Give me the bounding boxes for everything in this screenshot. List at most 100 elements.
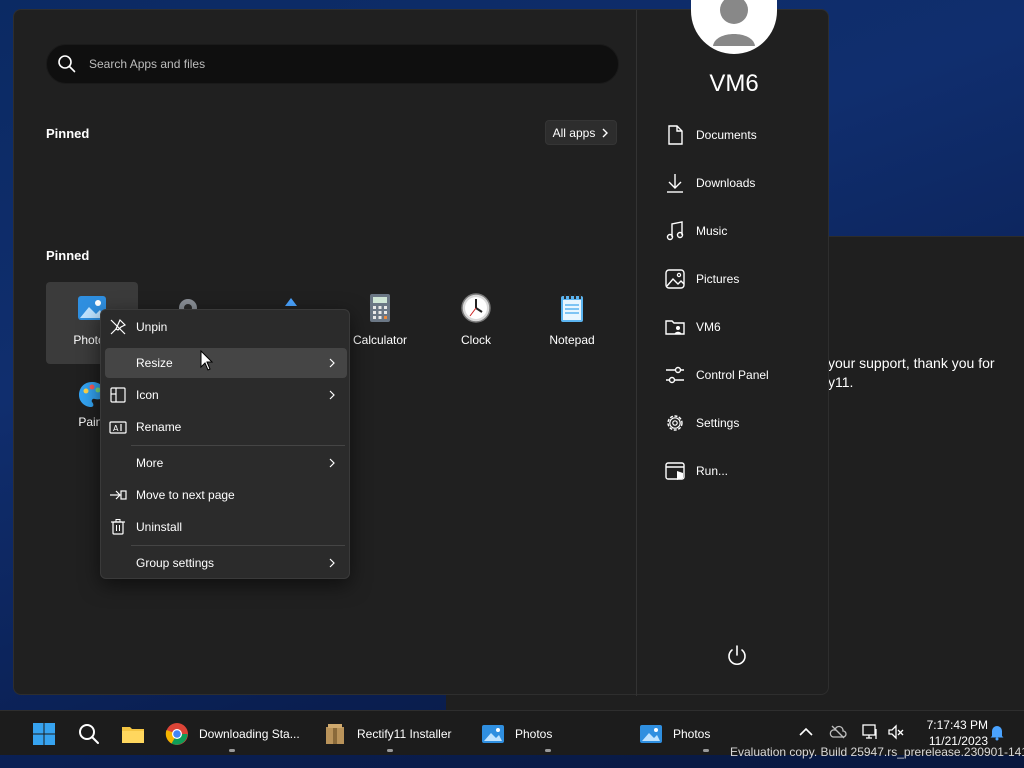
music-icon <box>666 221 684 241</box>
pictures-icon <box>665 269 685 289</box>
rename-icon: A <box>109 421 127 434</box>
start-menu-right-pane: VM6 Documents Downloads Music Pictures V… <box>636 0 830 696</box>
taskbar-photos-1[interactable]: Photos <box>473 715 623 753</box>
document-icon <box>668 125 683 145</box>
notification-bell-icon[interactable] <box>988 723 1006 741</box>
place-label: Run... <box>696 464 729 478</box>
notepad-icon <box>561 294 583 322</box>
chevron-right-icon <box>329 458 335 468</box>
control-panel-icon <box>666 366 684 384</box>
power-button-icon[interactable] <box>725 644 749 668</box>
installer-box-icon <box>326 724 344 744</box>
place-user-folder[interactable]: VM6 <box>664 312 824 342</box>
search-input[interactable]: Search Apps and files <box>46 44 619 84</box>
taskbar-label: Downloading Sta... <box>199 727 300 741</box>
chevron-right-icon <box>329 358 335 368</box>
place-documents[interactable]: Documents <box>664 120 824 150</box>
mouse-cursor-icon <box>200 350 214 371</box>
folder-icon <box>122 727 144 743</box>
place-label: Control Panel <box>696 368 769 382</box>
search-icon <box>58 55 76 73</box>
taskbar-label: Rectify11 Installer <box>357 727 452 741</box>
chrome-icon <box>165 723 188 745</box>
icon-size-icon <box>110 387 126 403</box>
tile-label: Calculator <box>352 333 408 347</box>
tile-label: Clock <box>460 333 491 347</box>
unpin-icon <box>110 318 127 335</box>
chevron-right-icon <box>329 558 335 568</box>
windows-logo-icon <box>33 723 55 745</box>
speaker-muted-icon[interactable] <box>887 723 905 741</box>
trash-icon <box>111 519 125 535</box>
running-indicator <box>387 749 393 752</box>
ctx-unpin[interactable]: Unpin <box>105 312 347 342</box>
user-avatar-icon <box>713 0 755 46</box>
chevron-right-icon <box>329 390 335 400</box>
ctx-label: Move to next page <box>136 488 235 502</box>
ctx-more[interactable]: More <box>105 448 347 478</box>
taskbar-file-explorer[interactable] <box>113 715 145 753</box>
ctx-move-next-page[interactable]: Move to next page <box>105 480 347 510</box>
ctx-label: Unpin <box>136 320 168 334</box>
clock-icon <box>461 293 491 323</box>
svg-text:A: A <box>113 424 119 433</box>
running-indicator <box>229 749 235 752</box>
start-button[interactable] <box>24 715 56 753</box>
taskbar-installer[interactable]: Rectify11 Installer <box>315 715 465 753</box>
place-label: Music <box>696 224 728 238</box>
chevron-up-icon[interactable] <box>797 723 815 741</box>
place-label: Documents <box>696 128 757 142</box>
move-arrow-icon <box>110 490 127 500</box>
place-run[interactable]: Run... <box>664 456 824 486</box>
network-monitor-icon[interactable] <box>861 723 879 741</box>
photos-icon <box>640 725 662 743</box>
place-pictures[interactable]: Pictures <box>664 264 824 294</box>
background-text-line: your support, thank you for <box>828 355 995 371</box>
taskbar-chrome[interactable]: Downloading Sta... <box>157 715 307 753</box>
calculator-icon <box>370 294 390 322</box>
ctx-label: Resize <box>136 356 173 370</box>
user-avatar[interactable] <box>691 0 777 54</box>
all-apps-button[interactable]: All apps <box>545 120 617 145</box>
evaluation-watermark: Evaluation copy. Build 25947.rs_prerelea… <box>730 745 1024 759</box>
taskbar-search-button[interactable] <box>69 715 101 753</box>
photos-icon <box>482 725 504 743</box>
tile-context-menu: Unpin Resize Icon A Rename More Move to … <box>100 309 350 579</box>
clock-time: 7:17:43 PM <box>926 718 988 732</box>
gear-icon <box>667 415 683 431</box>
user-folder-icon <box>665 320 685 335</box>
ctx-uninstall[interactable]: Uninstall <box>105 512 347 542</box>
search-icon <box>79 724 99 744</box>
search-placeholder: Search Apps and files <box>89 57 206 71</box>
place-downloads[interactable]: Downloads <box>664 168 824 198</box>
ctx-label: More <box>136 456 164 470</box>
ctx-separator <box>131 545 345 546</box>
ctx-label: Rename <box>136 420 182 434</box>
pinned-tile-notepad[interactable]: Notepad <box>526 282 618 364</box>
ctx-separator <box>131 445 345 446</box>
ctx-label: Group settings <box>136 556 215 570</box>
pinned-heading-bottom: Pinned <box>46 248 90 263</box>
place-label: Pictures <box>696 272 740 286</box>
tile-label: Notepad <box>549 333 595 347</box>
place-control-panel[interactable]: Control Panel <box>664 360 824 390</box>
ctx-label: Icon <box>136 388 159 402</box>
taskbar-label: Photos <box>673 727 711 741</box>
chevron-right-icon <box>602 128 609 137</box>
background-window-text: your support, thank you for y11. <box>828 354 1024 392</box>
place-settings[interactable]: Settings <box>664 408 824 438</box>
all-apps-label: All apps <box>552 125 596 140</box>
ctx-rename[interactable]: A Rename <box>105 412 347 442</box>
ctx-resize[interactable]: Resize <box>105 348 347 378</box>
download-icon <box>667 174 683 193</box>
background-text-line: y11. <box>828 374 854 390</box>
place-label: Settings <box>696 416 740 430</box>
ctx-icon[interactable]: Icon <box>105 380 347 410</box>
pinned-tile-clock[interactable]: Clock <box>430 282 522 364</box>
ctx-group-settings[interactable]: Group settings <box>105 548 347 578</box>
place-label: VM6 <box>696 320 721 334</box>
place-music[interactable]: Music <box>664 216 824 246</box>
onedrive-cloud-icon[interactable] <box>829 723 847 741</box>
ctx-label: Uninstall <box>136 520 183 534</box>
pinned-heading-top: Pinned <box>46 126 90 141</box>
